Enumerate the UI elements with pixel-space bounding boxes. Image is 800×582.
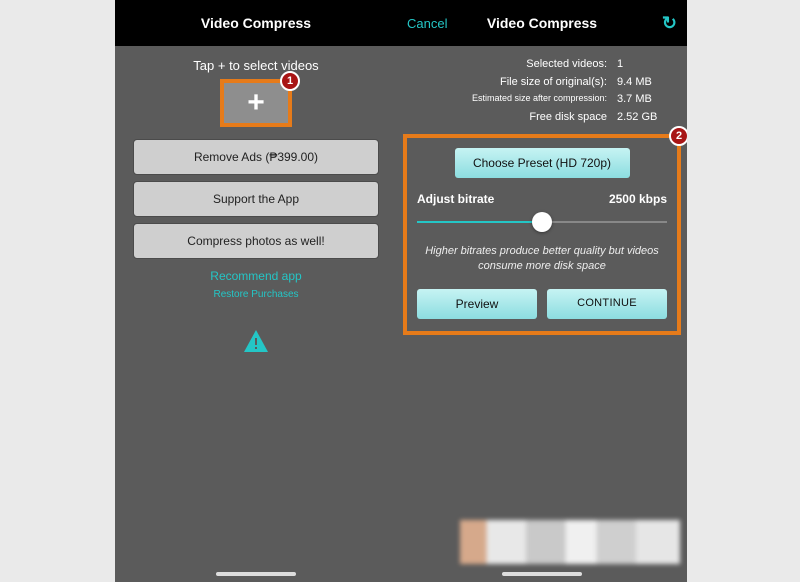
original-size-value: 9.4 MB: [617, 74, 673, 92]
screen-right: Cancel Video Compress ↻ Selected videos:…: [397, 0, 687, 582]
bitrate-value: 2500 kbps: [609, 192, 667, 206]
home-indicator: [216, 572, 296, 576]
step-badge-2: 2: [669, 126, 687, 146]
freespace-label: Free disk space: [411, 109, 617, 127]
preview-button[interactable]: Preview: [417, 289, 537, 319]
add-video-button[interactable]: + 1: [220, 79, 292, 127]
estimated-size-label: Estimated size after compression:: [411, 91, 617, 109]
bitrate-hint: Higher bitrates produce better quality b…: [417, 244, 667, 273]
home-indicator: [502, 572, 582, 576]
topbar-right: Cancel Video Compress ↻: [397, 0, 687, 46]
blurred-content: [460, 520, 680, 564]
choose-preset-button[interactable]: Choose Preset (HD 720p): [455, 148, 630, 178]
freespace-value: 2.52 GB: [617, 109, 673, 127]
compress-photos-button[interactable]: Compress photos as well!: [133, 223, 379, 259]
page-title: Video Compress: [487, 15, 597, 31]
screen-left: Video Compress Tap + to select videos + …: [115, 0, 397, 582]
selected-label: Selected videos:: [411, 56, 617, 74]
topbar-left: Video Compress: [115, 0, 397, 46]
bitrate-slider[interactable]: [417, 212, 667, 232]
estimated-size-value: 3.7 MB: [617, 91, 673, 109]
recommend-app-link[interactable]: Recommend app: [125, 269, 387, 283]
cancel-button[interactable]: Cancel: [407, 16, 447, 31]
page-title: Video Compress: [201, 15, 311, 31]
plus-icon: +: [247, 88, 265, 118]
warning-icon: [243, 330, 269, 352]
info-panel: Selected videos: 1 File size of original…: [397, 46, 687, 126]
selected-value: 1: [617, 56, 673, 74]
tap-hint: Tap + to select videos: [125, 58, 387, 73]
slider-fill: [417, 221, 542, 223]
refresh-icon[interactable]: ↻: [662, 13, 677, 34]
compression-settings-panel: 2 Choose Preset (HD 720p) Adjust bitrate…: [403, 134, 681, 335]
continue-button[interactable]: CONTINUE: [547, 289, 667, 319]
adjust-bitrate-label: Adjust bitrate: [417, 192, 494, 206]
step-badge-1: 1: [280, 71, 300, 91]
restore-purchases-link[interactable]: Restore Purchases: [125, 289, 387, 300]
slider-thumb[interactable]: [532, 212, 552, 232]
support-app-button[interactable]: Support the App: [133, 181, 379, 217]
remove-ads-button[interactable]: Remove Ads (₱399.00): [133, 139, 379, 175]
original-size-label: File size of original(s):: [411, 74, 617, 92]
